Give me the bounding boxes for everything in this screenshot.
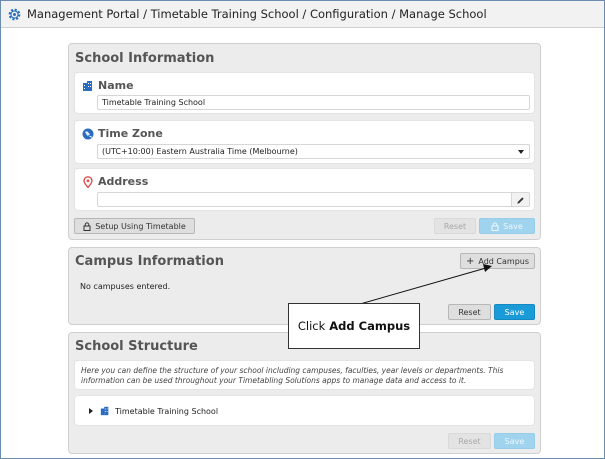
settings-gear-icon — [7, 7, 22, 22]
lock-icon — [83, 221, 91, 231]
callout-bold: Add Campus — [329, 319, 411, 333]
dropdown-arrow-icon — [518, 150, 524, 154]
campus-save-button[interactable]: Save — [494, 304, 535, 320]
address-input[interactable] — [97, 192, 530, 207]
school-info-reset-button[interactable]: Reset — [434, 218, 476, 234]
name-label-text: Name — [98, 79, 134, 92]
add-campus-label: Add Campus — [478, 256, 530, 266]
add-campus-button[interactable]: + Add Campus — [460, 253, 535, 269]
address-label-text: Address — [98, 175, 149, 188]
title-bar: Management Portal / Timetable Training S… — [1, 1, 604, 28]
time-zone-label-text: Time Zone — [98, 127, 163, 140]
globe-icon — [82, 128, 94, 140]
structure-tree-card: Timetable Training School — [74, 395, 535, 426]
edit-address-button[interactable] — [511, 193, 529, 206]
building-icon — [100, 406, 110, 416]
instruction-callout: Click Add Campus — [288, 303, 420, 349]
time-zone-card: Time Zone (UTC+10:00) Eastern Australia … — [74, 120, 535, 164]
lock-icon — [491, 221, 499, 231]
tree-item-label: Timetable Training School — [115, 406, 219, 416]
structure-reset-button[interactable]: Reset — [448, 433, 491, 449]
campus-information-title: Campus Information — [75, 254, 224, 269]
campus-reset-label: Reset — [458, 307, 481, 317]
time-zone-value: (UTC+10:00) Eastern Australia Time (Melb… — [102, 147, 298, 156]
name-card: Name Timetable Training School — [74, 72, 535, 114]
setup-using-timetable-label: Setup Using Timetable — [95, 221, 186, 231]
campus-save-label: Save — [504, 307, 525, 317]
tree-item[interactable]: Timetable Training School — [89, 406, 218, 416]
address-card: Address — [74, 168, 535, 211]
school-info-reset-label: Reset — [443, 221, 467, 231]
school-information-panel: School Information Name Timetable Traini… — [68, 43, 541, 240]
time-zone-label: Time Zone — [82, 127, 163, 140]
no-campuses-text: No campuses entered. — [80, 282, 171, 291]
school-structure-title: School Structure — [75, 339, 198, 354]
school-name-input[interactable]: Timetable Training School — [97, 95, 530, 110]
pencil-icon — [517, 197, 524, 204]
name-label: Name — [82, 79, 134, 92]
location-pin-icon — [82, 175, 94, 188]
structure-save-button[interactable]: Save — [494, 433, 535, 449]
expand-caret-icon[interactable] — [89, 408, 93, 414]
school-information-title: School Information — [75, 51, 215, 66]
building-icon — [82, 80, 94, 92]
structure-save-label: Save — [504, 436, 525, 446]
callout-prefix: Click — [297, 319, 326, 333]
school-info-save-label: Save — [503, 221, 523, 231]
structure-description-card: Here you can define the structure of you… — [74, 360, 535, 390]
plus-icon: + — [465, 255, 475, 267]
structure-reset-label: Reset — [458, 436, 481, 446]
time-zone-select[interactable]: (UTC+10:00) Eastern Australia Time (Melb… — [97, 144, 530, 159]
structure-description-line2: information can be used throughout your … — [81, 376, 467, 385]
school-info-save-button[interactable]: Save — [479, 218, 535, 234]
address-label: Address — [82, 175, 148, 188]
breadcrumb: Management Portal / Timetable Training S… — [27, 7, 487, 21]
campus-reset-button[interactable]: Reset — [448, 304, 491, 320]
school-structure-panel: School Structure Here you can define the… — [68, 332, 541, 454]
setup-using-timetable-button[interactable]: Setup Using Timetable — [74, 218, 195, 234]
